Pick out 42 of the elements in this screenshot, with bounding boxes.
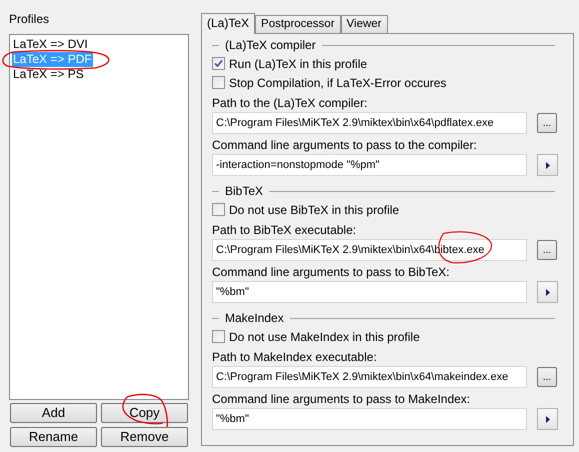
profile-item[interactable]: LaTeX => DVI xyxy=(12,37,89,52)
checkbox[interactable] xyxy=(212,76,225,89)
text-field[interactable]: "%bm" xyxy=(212,281,527,303)
field-label: Path to the (La)TeX compiler: xyxy=(212,95,368,112)
tab[interactable]: Viewer xyxy=(340,15,388,33)
text-field[interactable]: C:\Program Files\MiKTeX 2.9\miktex\bin\x64\makeindex.exe xyxy=(212,366,527,388)
checkbox[interactable] xyxy=(212,330,225,343)
profile-button[interactable]: Copy xyxy=(101,403,188,423)
play-icon xyxy=(546,288,550,296)
browse-button[interactable]: ... xyxy=(537,240,557,260)
field-label: Command line arguments to pass to BibTeX: xyxy=(212,264,450,281)
group-title: BibTeX xyxy=(225,183,264,199)
checkbox[interactable] xyxy=(212,57,225,70)
checkbox-label: Run (La)TeX in this profile xyxy=(229,56,368,72)
text-field[interactable]: -interaction=nonstopmode "%pm" xyxy=(212,154,527,176)
field-label: Command line arguments to pass to MakeIndex: xyxy=(212,391,472,408)
profile-button[interactable]: Rename xyxy=(10,427,97,447)
profiles-list[interactable]: LaTeX => DVI LaTeX => PDF LaTeX => PS xyxy=(9,34,189,400)
browse-button[interactable]: ... xyxy=(537,113,557,133)
checkbox[interactable] xyxy=(212,203,225,216)
field-label: Command line arguments to pass to the compiler: xyxy=(212,137,478,154)
profiles-label: Profiles xyxy=(9,11,50,28)
profile-item[interactable]: LaTeX => PS xyxy=(12,67,85,82)
browse-button[interactable]: ... xyxy=(537,367,557,387)
run-button[interactable] xyxy=(537,408,558,430)
checkbox-label: Stop Compilation, if LaTeX-Error occures xyxy=(229,74,446,92)
checkbox-label: Do not use MakeIndex in this profile xyxy=(229,328,420,346)
run-button[interactable] xyxy=(537,154,558,176)
tab[interactable]: (La)TeX xyxy=(201,13,256,34)
run-button[interactable] xyxy=(537,281,558,303)
field-label: Path to MakeIndex executable: xyxy=(212,349,378,366)
text-field[interactable]: "%bm" xyxy=(212,408,527,430)
tab[interactable]: Postprocessor xyxy=(255,15,341,33)
group-title: (La)TeX compiler xyxy=(225,37,316,53)
profile-button[interactable]: Remove xyxy=(101,427,188,447)
profile-button[interactable]: Add xyxy=(10,403,97,423)
checkbox-label: Do not use BibTeX in this profile xyxy=(229,202,400,218)
play-icon xyxy=(546,416,550,422)
text-field[interactable]: C:\Program Files\MiKTeX 2.9\miktex\bin\x64\pdflatex.exe xyxy=(212,112,527,134)
field-label: Path to BibTeX executable: xyxy=(212,222,358,239)
group-title: MakeIndex xyxy=(225,310,284,326)
play-icon xyxy=(546,162,550,168)
